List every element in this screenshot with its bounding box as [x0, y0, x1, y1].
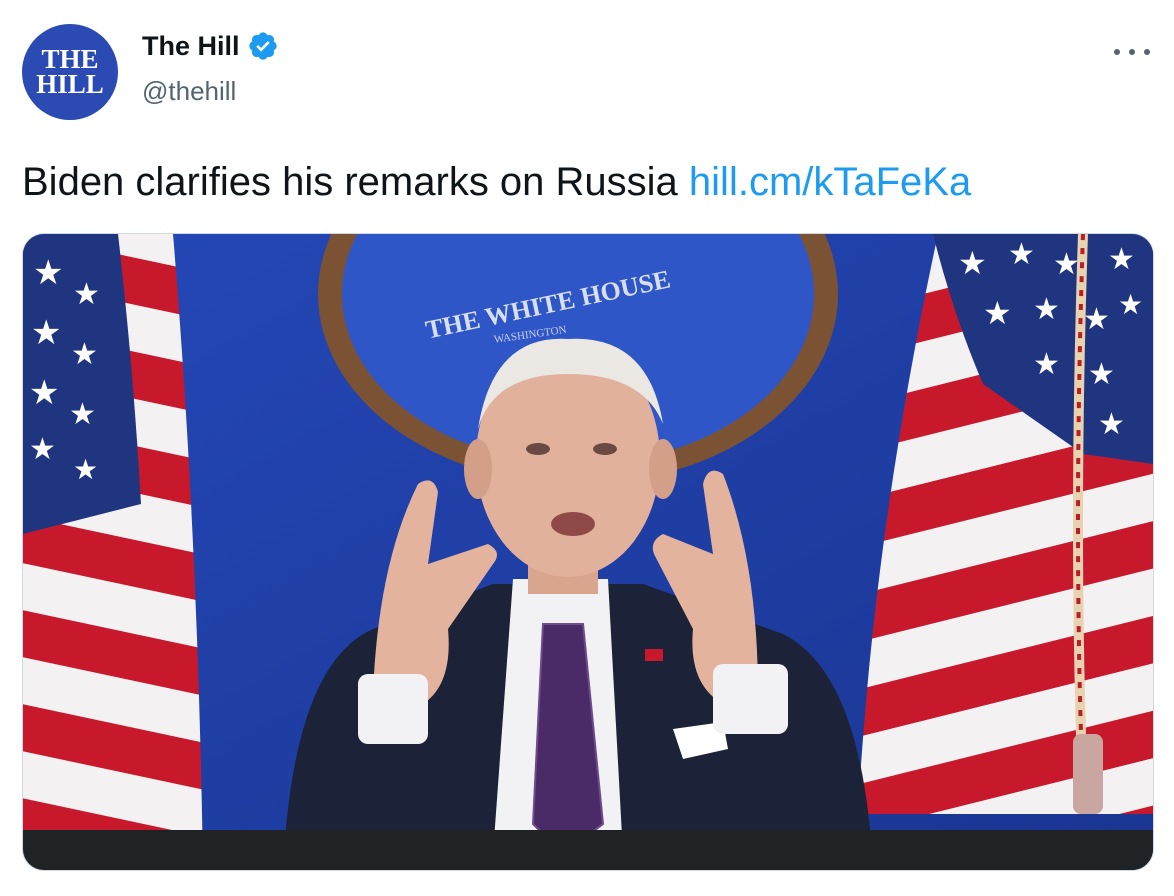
tweet-link[interactable]: hill.cm/kTaFeKa: [689, 160, 971, 204]
svg-text:★: ★: [73, 278, 100, 311]
left-flag: ★ ★ ★ ★ ★ ★ ★ ★: [23, 234, 203, 870]
desk: [23, 830, 1153, 870]
svg-text:★: ★: [29, 433, 56, 466]
svg-text:★: ★: [1083, 303, 1110, 336]
svg-text:★: ★: [958, 245, 987, 281]
svg-text:★: ★: [1118, 289, 1143, 320]
avatar-line-2: HILL: [36, 69, 104, 99]
svg-text:★: ★: [1053, 248, 1080, 281]
svg-text:★: ★: [69, 398, 96, 431]
svg-text:★: ★: [1033, 348, 1060, 381]
svg-text:★: ★: [71, 338, 98, 371]
svg-text:★: ★: [1008, 238, 1035, 271]
tweet-photo[interactable]: THE WHITE HOUSE WASHINGTON ★ ★ ★ ★ ★ ★ ★ ★ ★…: [22, 233, 1154, 871]
svg-text:★: ★: [29, 374, 59, 412]
display-name[interactable]: The Hill: [142, 31, 240, 62]
more-dot: [1144, 49, 1150, 55]
more-dot: [1129, 49, 1135, 55]
svg-text:★: ★: [1098, 408, 1125, 441]
photo-illustration: THE WHITE HOUSE WASHINGTON ★★ ★★ ★★ ★★ ★…: [23, 234, 1153, 870]
tweet-body: Biden clarifies his remarks on Russia: [22, 160, 689, 204]
more-dot: [1114, 49, 1120, 55]
svg-text:★: ★: [1108, 243, 1135, 276]
author-handle[interactable]: @thehill: [142, 76, 236, 107]
svg-text:★: ★: [1033, 293, 1060, 326]
svg-text:★: ★: [33, 254, 63, 292]
more-options-icon[interactable]: [1114, 44, 1150, 60]
svg-text:★: ★: [73, 454, 98, 485]
avatar[interactable]: THE HILL: [22, 24, 118, 120]
author-name-row: The Hill: [142, 30, 279, 62]
svg-text:★: ★: [1088, 358, 1115, 391]
verified-badge-icon: [247, 30, 279, 62]
tweet-text: Biden clarifies his remarks on Russia hi…: [22, 160, 971, 205]
svg-text:★: ★: [983, 295, 1012, 331]
svg-text:★: ★: [31, 314, 61, 352]
